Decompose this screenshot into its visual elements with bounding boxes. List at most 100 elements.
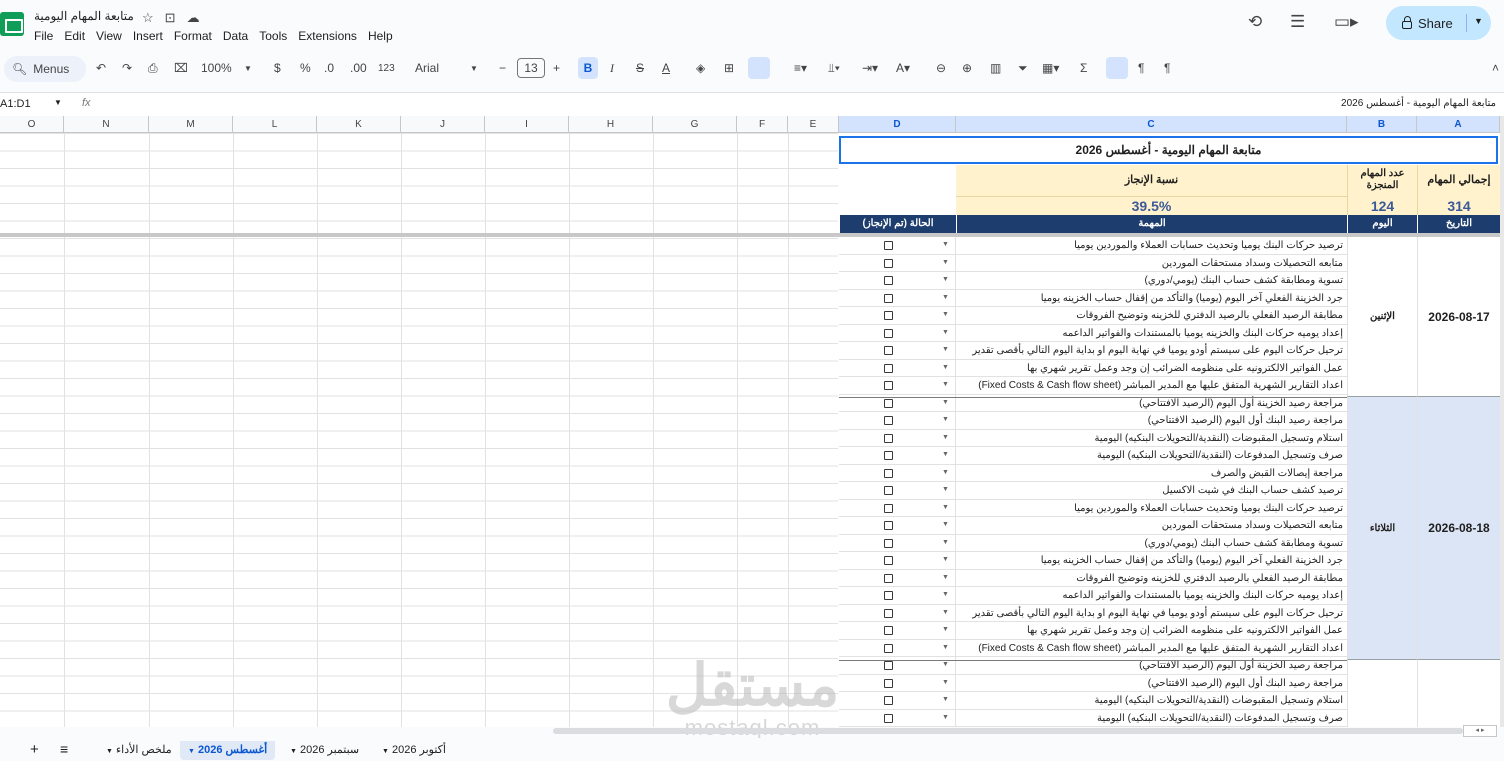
task-text[interactable]: ترحيل حركات اليوم على سيستم أودو يوميا ف… [957, 608, 1343, 619]
task-row[interactable]: ▼ ترحيل حركات اليوم على سيستم أودو يوميا … [839, 604, 1347, 622]
chevron-down-icon[interactable]: ▼ [942, 609, 949, 616]
insert-chart-icon[interactable]: ▥ [990, 61, 1001, 75]
task-row[interactable]: ▼ مراجعة إيصالات القبض والصرف [839, 464, 1347, 482]
font-select[interactable]: Arial [415, 61, 439, 75]
status-checkbox[interactable] [884, 381, 893, 390]
borders-icon[interactable]: ⊞ [724, 61, 734, 75]
day-cell-empty[interactable] [1347, 660, 1417, 727]
task-text[interactable]: اعداد التقارير الشهرية المتفق عليها مع ا… [957, 643, 1343, 654]
name-box[interactable]: A1:D1 [0, 98, 31, 110]
strikethrough-icon[interactable]: S [636, 61, 644, 75]
meet-icon[interactable]: ▭▸ [1334, 12, 1359, 32]
completed-tasks-label[interactable]: عدد المهام المنجزة [1347, 165, 1417, 197]
chevron-down-icon[interactable]: ▼ [942, 451, 949, 458]
redo-icon[interactable]: ↷ [122, 61, 132, 75]
task-row[interactable]: ▼ اعداد التقارير الشهرية المتفق عليها مع … [839, 377, 1347, 395]
search-menus-button[interactable]: 🔍︎ Menus [4, 56, 86, 82]
gridlines-icon[interactable] [1106, 57, 1128, 79]
status-checkbox[interactable] [884, 538, 893, 548]
task-text[interactable]: تسوية ومطابقة كشف حساب البنك (يومي/دوري) [957, 275, 1343, 286]
date-cell[interactable]: 2026-08-17 [1417, 237, 1500, 397]
date-cell-empty[interactable] [1417, 660, 1500, 727]
task-text[interactable]: صرف وتسجيل المدفوعات (النقدية/التحويلات … [957, 450, 1343, 461]
status-checkbox[interactable] [884, 468, 893, 478]
rtl-icon[interactable]: ¶ [1138, 61, 1144, 75]
menu-help[interactable]: Help [368, 29, 393, 43]
menu-view[interactable]: View [96, 29, 122, 43]
status-checkbox[interactable] [884, 363, 893, 373]
sheet-title-cell[interactable]: متابعة المهام اليومية - أغسطس 2026 [839, 136, 1498, 164]
increase-font-size-icon[interactable]: + [553, 61, 560, 75]
chevron-down-icon[interactable]: ▼ [942, 556, 949, 563]
decrease-font-size-icon[interactable]: − [499, 61, 506, 75]
chevron-down-icon[interactable]: ▼ [942, 329, 949, 336]
col-header-e[interactable]: E [788, 116, 839, 133]
percent-format-button[interactable]: % [300, 61, 311, 75]
number-format-button[interactable]: 123 [378, 63, 395, 74]
col-header-d[interactable]: D [839, 116, 956, 133]
day-cell[interactable]: الإثنين [1347, 237, 1417, 397]
task-text[interactable]: مراجعة إيصالات القبض والصرف [957, 468, 1343, 479]
task-row[interactable]: ▼ جرد الخزينة الفعلي آخر اليوم (يوميا) وا… [839, 552, 1347, 570]
col-header-c[interactable]: C [956, 116, 1347, 133]
merge-cells-icon[interactable] [748, 57, 770, 79]
task-row[interactable]: ▼ مراجعة رصيد البنك أول اليوم (الرصيد الا… [839, 412, 1347, 430]
status-checkbox[interactable] [884, 258, 893, 268]
status-checkbox[interactable] [884, 556, 893, 565]
chevron-down-icon[interactable]: ▼ [942, 591, 949, 598]
bold-icon[interactable]: B [578, 57, 598, 79]
chevron-down-icon[interactable]: ▼ [942, 714, 949, 721]
col-header-h[interactable]: H [569, 116, 653, 133]
collapse-toolbar-icon[interactable]: ˄ [1492, 61, 1499, 75]
horizontal-scrollbar[interactable] [553, 728, 1463, 734]
status-checkbox[interactable] [884, 521, 893, 530]
task-text[interactable]: تسوية ومطابقة كشف حساب البنك (يومي/دوري) [957, 538, 1343, 549]
fill-color-icon[interactable]: ◈ [696, 61, 705, 75]
task-text[interactable]: صرف وتسجيل المدفوعات (النقدية/التحويلات … [957, 713, 1343, 724]
task-row[interactable]: ▼ تسوية ومطابقة كشف حساب البنك (يومي/دوري… [839, 534, 1347, 552]
task-row[interactable]: ▼ عمل الفواتير الالكترونيه على منظومه الض… [839, 359, 1347, 377]
col-header-k[interactable]: K [317, 116, 401, 133]
history-icon[interactable]: ⟲ [1248, 12, 1262, 32]
tab-october-2026[interactable]: أكتوبر 2026 ▼ [374, 741, 454, 760]
task-row[interactable]: ▼ إعداد يوميه حركات البنك والخزينه يوميا … [839, 587, 1347, 605]
task-row[interactable]: ▼ مطابقة الرصيد الفعلي بالرصيد الدفتري لل… [839, 307, 1347, 325]
completion-rate-label[interactable]: نسبة الإنجاز [956, 165, 1347, 197]
status-checkbox[interactable] [884, 608, 893, 618]
undo-icon[interactable]: ↶ [96, 61, 106, 75]
star-icon[interactable]: ☆ [142, 10, 165, 25]
task-row[interactable]: ▼ ترحيل حركات اليوم على سيستم أودو يوميا … [839, 342, 1347, 360]
menu-insert[interactable]: Insert [133, 29, 163, 43]
col-header-o[interactable]: O [0, 116, 64, 133]
chevron-down-icon[interactable]: ▼ [942, 364, 949, 371]
status-checkbox[interactable] [884, 276, 893, 285]
task-text[interactable]: عمل الفواتير الالكترونيه على منظومه الضر… [957, 363, 1343, 374]
add-sheet-icon[interactable]: + [30, 741, 39, 758]
menu-extensions[interactable]: Extensions [298, 29, 357, 43]
text-wrap-icon[interactable]: ⇥▾ [862, 61, 878, 75]
share-dropdown-icon[interactable]: ▼ [1474, 16, 1483, 26]
date-cell[interactable]: 2026-08-18 [1417, 397, 1500, 660]
task-row[interactable]: ▼ استلام وتسجيل المقبوضات (النقدية/التحوي… [839, 429, 1347, 447]
status-checkbox[interactable] [884, 696, 893, 705]
chevron-down-icon[interactable]: ▼ [942, 381, 949, 388]
vertical-align-icon[interactable]: ⫫▾ [828, 61, 840, 76]
italic-icon[interactable]: I [610, 61, 614, 76]
status-checkbox[interactable] [884, 328, 893, 338]
task-row[interactable]: ▼ ترصيد كشف حساب البنك في شيت الاكسيل [839, 482, 1347, 500]
status-checkbox[interactable] [884, 713, 893, 723]
tab-performance-summary[interactable]: ملخص الأداء ▼ [98, 741, 180, 760]
task-row[interactable]: ▼ جرد الخزينة الفعلي آخر اليوم (يوميا) وا… [839, 289, 1347, 307]
total-tasks-value[interactable]: 314 [1417, 197, 1500, 215]
status-checkbox[interactable] [884, 416, 893, 425]
paint-format-icon[interactable]: ⌧ [174, 61, 188, 75]
status-checkbox[interactable] [884, 661, 893, 670]
insert-comment-icon[interactable]: ⊕ [962, 61, 972, 75]
tab-september-2026[interactable]: سبتمبر 2026 ▼ [282, 741, 367, 760]
task-text[interactable]: مراجعة رصيد الخزينة أول اليوم (الرصيد ال… [957, 660, 1343, 671]
task-row[interactable]: ▼ ترصيد حركات البنك يوميا وتحديث حسابات ا… [839, 237, 1347, 255]
menu-file[interactable]: File [34, 29, 53, 43]
menu-edit[interactable]: Edit [64, 29, 85, 43]
menu-tools[interactable]: Tools [259, 29, 287, 43]
col-header-b[interactable]: B [1347, 116, 1417, 133]
